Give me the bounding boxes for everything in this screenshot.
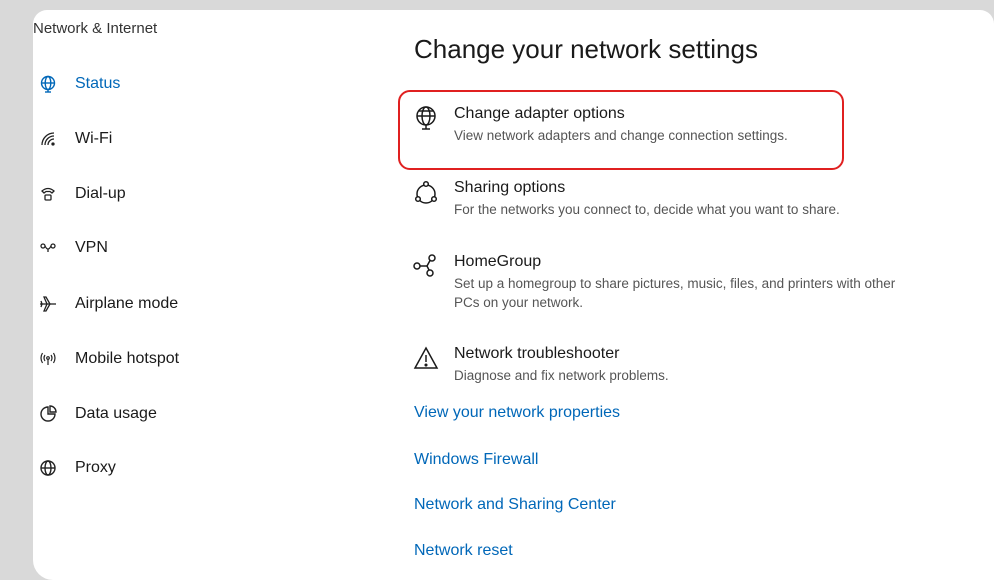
sidebar-item-label: Wi-Fi (75, 130, 113, 147)
sidebar-item-hotspot[interactable]: Mobile hotspot (33, 339, 333, 379)
sharing-options[interactable]: Sharing options For the networks you con… (412, 178, 932, 219)
sidebar-item-label: Proxy (75, 459, 116, 476)
sidebar-item-data-usage[interactable]: Data usage (33, 394, 333, 434)
sidebar-title: Network & Internet (33, 20, 158, 37)
sidebar-item-label: Airplane mode (75, 295, 179, 312)
sidebar-item-airplane[interactable]: Airplane mode (33, 284, 333, 324)
sidebar-item-label: Data usage (75, 405, 157, 422)
pie-chart-icon (37, 403, 59, 425)
option-title: HomeGroup (454, 253, 542, 270)
sidebar-item-label: Dial-up (75, 185, 126, 202)
option-title: Sharing options (454, 179, 566, 196)
option-description: For the networks you connect to, decide … (454, 202, 840, 217)
network-reset-link[interactable]: Network reset (414, 542, 513, 560)
network-troubleshooter[interactable]: Network troubleshooter Diagnose and fix … (412, 344, 932, 385)
homegroup-option[interactable]: HomeGroup Set up a homegroup to share pi… (412, 252, 932, 312)
option-title: Change adapter options (454, 105, 625, 122)
wifi-icon (37, 128, 59, 150)
windows-firewall-link[interactable]: Windows Firewall (414, 451, 538, 469)
view-network-properties-link[interactable]: View your network properties (414, 404, 620, 422)
sidebar-item-label: VPN (75, 239, 108, 256)
option-description: Set up a homegroup to share pictures, mu… (454, 276, 896, 310)
sidebar-item-status[interactable]: Status (33, 64, 333, 104)
status-globe-icon (37, 73, 59, 95)
option-description: View network adapters and change connect… (454, 128, 788, 143)
page-title: Change your network settings (414, 34, 758, 64)
airplane-icon (37, 293, 59, 315)
sidebar-item-label: Status (75, 75, 121, 92)
sidebar-item-dialup[interactable]: Dial-up (33, 174, 333, 214)
vpn-icon (37, 237, 59, 259)
change-adapter-options[interactable]: Change adapter options View network adap… (412, 104, 932, 145)
adapter-globe-icon (412, 104, 442, 134)
warning-icon (412, 344, 442, 374)
sidebar-item-label: Mobile hotspot (75, 350, 180, 367)
dialup-phone-icon (37, 183, 59, 205)
hotspot-icon (37, 348, 59, 370)
sidebar-item-wifi[interactable]: Wi-Fi (33, 119, 333, 159)
option-title: Network troubleshooter (454, 345, 620, 362)
sharing-icon (412, 178, 442, 208)
option-description: Diagnose and fix network problems. (454, 368, 669, 383)
sidebar-item-vpn[interactable]: VPN (33, 228, 333, 268)
homegroup-icon (412, 252, 442, 282)
sidebar-item-proxy[interactable]: Proxy (33, 448, 333, 488)
network-sharing-center-link[interactable]: Network and Sharing Center (414, 496, 616, 514)
globe-icon (37, 457, 59, 479)
